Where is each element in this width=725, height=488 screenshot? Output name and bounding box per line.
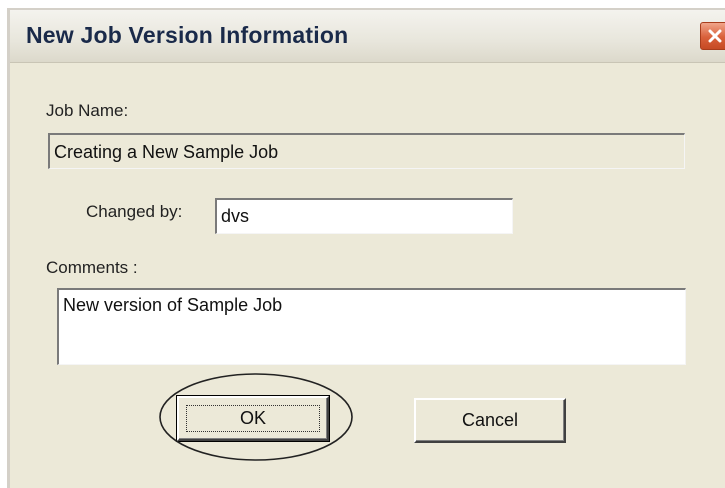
ok-button[interactable]: OK (176, 395, 330, 442)
job-name-field: Creating a New Sample Job (48, 133, 685, 169)
changed-by-label: Changed by: (86, 202, 183, 221)
job-name-label: Job Name: (46, 101, 129, 120)
comments-textarea[interactable]: New version of Sample Job (57, 288, 686, 365)
dialog-title: New Job Version Information (26, 22, 349, 48)
cancel-button-label: Cancel (461, 410, 519, 430)
close-button[interactable] (700, 22, 725, 50)
close-icon (708, 29, 722, 43)
dialog-window: New Job Version Information (7, 8, 725, 488)
changed-by-input[interactable] (215, 198, 513, 234)
comments-label: Comments : (46, 258, 138, 277)
title-bar[interactable]: New Job Version Information (10, 10, 725, 63)
ok-button-label: OK (239, 408, 266, 428)
cancel-button[interactable]: Cancel (414, 398, 566, 443)
